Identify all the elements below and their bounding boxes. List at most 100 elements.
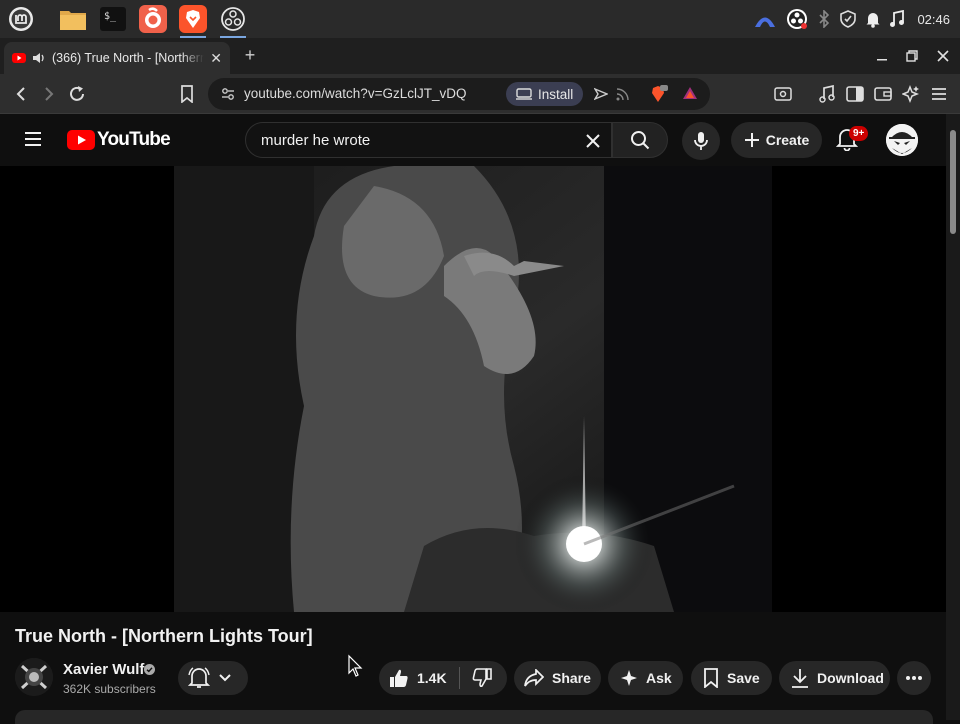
wallet-icon[interactable] [872,83,894,105]
video-player[interactable] [0,166,946,612]
chevron-down-icon [219,674,231,682]
channel-avatar[interactable] [15,658,53,696]
menu-icon[interactable] [928,83,950,105]
save-label: Save [727,670,760,686]
close-tab-icon[interactable]: ✕ [210,50,222,67]
music-tray-icon[interactable] [889,10,905,28]
description-box-top[interactable] [15,710,933,724]
bell-outline-icon [188,667,210,688]
system-tray: 02:46 [753,0,950,38]
audio-playing-icon[interactable] [32,52,46,64]
subscription-notifications-button[interactable] [178,661,248,695]
close-window-button[interactable] [933,46,953,66]
more-actions-button[interactable] [897,661,931,695]
reader-mode-icon[interactable] [772,83,794,105]
share-icon [524,669,544,687]
search-input[interactable]: murder he wrote [245,122,612,158]
obs-tray-icon[interactable] [785,7,809,31]
address-bar[interactable]: youtube.com/watch?v=GzLclJT_vDQ Install [208,78,710,110]
install-icon [516,88,532,100]
verified-badge-icon [144,664,155,675]
microphone-icon [694,132,708,150]
network-icon[interactable] [753,10,777,28]
install-label: Install [538,86,574,102]
firefox-icon[interactable] [136,2,170,36]
brave-shields-icon[interactable] [648,84,668,104]
shield-icon[interactable] [839,10,857,28]
like-dislike-group: 1.4K [379,661,507,695]
ask-label: Ask [646,670,672,686]
bookmark-button[interactable] [176,83,198,105]
more-horizontal-icon [906,676,922,680]
browser-toolbar: youtube.com/watch?v=GzLclJT_vDQ Install [0,74,960,114]
restore-window-button[interactable] [902,46,922,66]
brave-rewards-icon[interactable] [682,86,698,100]
files-icon[interactable] [56,2,90,36]
voice-search-button[interactable] [682,122,720,160]
like-count: 1.4K [417,670,447,686]
dislike-button[interactable] [472,668,492,688]
install-app-button[interactable]: Install [506,82,584,106]
download-icon [792,669,808,688]
notification-count-badge: 9+ [849,126,869,141]
thumbs-up-icon [390,669,408,687]
mouse-cursor-icon [348,654,363,677]
video-title: True North - [Northern Lights Tour] [15,626,313,646]
download-button[interactable]: Download [779,661,890,695]
rss-icon[interactable] [616,87,630,101]
browser-tab-active[interactable]: (366) True North - [Northern Lights Tour… [4,42,230,74]
download-label: Download [817,670,884,686]
channel-name[interactable]: Xavier Wulf [63,661,144,678]
youtube-favicon [12,53,26,63]
cast-icon[interactable] [594,87,608,101]
clock[interactable]: 02:46 [917,12,950,27]
bookmark-icon [704,668,718,688]
youtube-logo-text: YouTube [97,129,171,150]
like-divider [458,667,460,689]
page-scrollbar-thumb[interactable] [950,130,956,234]
youtube-logo[interactable]: YouTube [67,129,171,151]
video-frame [174,166,772,612]
bluetooth-icon[interactable] [817,10,831,28]
notifications-tray-icon[interactable] [865,10,881,28]
back-button[interactable] [10,83,32,105]
brave-icon[interactable] [176,2,210,38]
minimize-window-button[interactable] [872,46,892,66]
obs-icon[interactable] [216,2,250,38]
create-button[interactable]: Create [731,122,822,158]
share-label: Share [552,670,591,686]
video-owner-row: Xavier Wulf 362K subscribers 1.4K Share [0,658,946,698]
search-query: murder he wrote [261,132,371,149]
thumbs-down-icon [472,668,492,688]
linux-mint-menu-icon[interactable] [4,2,38,36]
search-button[interactable] [612,122,668,158]
reload-button[interactable] [66,83,88,105]
tab-strip: (366) True North - [Northern Lights Tour… [0,38,960,74]
taskbar: $_ 02:46 [0,0,960,38]
share-button[interactable]: Share [514,661,601,695]
media-controls-icon[interactable] [816,83,838,105]
tab-title: (366) True North - [Northern Lights Tour… [52,51,205,65]
clear-search-icon[interactable] [584,132,602,150]
like-button[interactable]: 1.4K [389,668,447,688]
youtube-masthead: YouTube murder he wrote Create 9+ [0,114,946,166]
forward-button[interactable] [38,83,60,105]
account-avatar[interactable] [886,124,918,156]
svg-text:$_: $_ [104,11,117,22]
terminal-icon[interactable]: $_ [96,2,130,36]
save-button[interactable]: Save [691,661,772,695]
site-settings-icon[interactable] [220,86,236,102]
search-icon [631,131,650,150]
youtube-page: YouTube murder he wrote Create 9+ True N… [0,114,946,724]
youtube-logo-icon [67,130,95,150]
new-tab-button[interactable]: + [240,46,260,66]
ask-button[interactable]: Ask [608,661,683,695]
create-label: Create [765,132,810,148]
sidebar-toggle-icon[interactable] [844,83,866,105]
subscriber-count: 362K subscribers [63,682,156,696]
sparkle-icon [621,670,637,686]
url-text[interactable]: youtube.com/watch?v=GzLclJT_vDQ [244,86,466,101]
guide-menu-icon[interactable] [24,131,42,147]
plus-icon [744,133,759,147]
leo-ai-icon[interactable] [900,83,922,105]
